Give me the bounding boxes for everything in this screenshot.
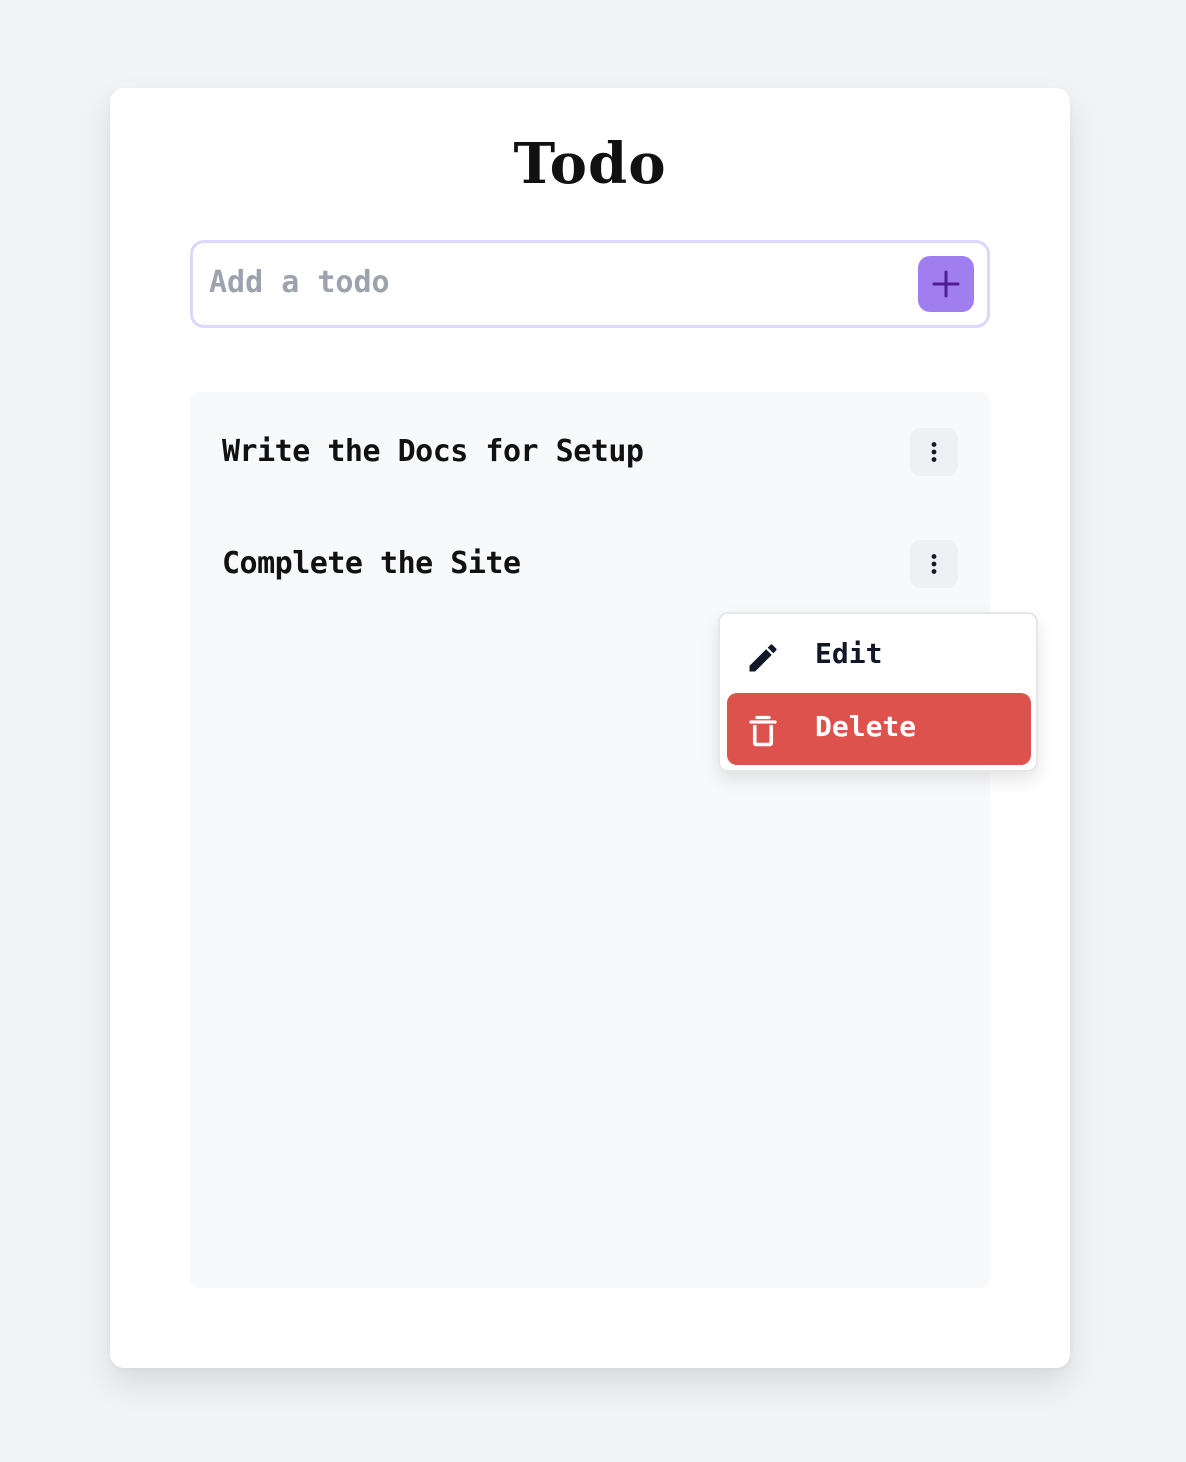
more-vertical-icon	[931, 442, 937, 462]
page-title: Todo	[513, 131, 667, 197]
todo-text: Complete the Site	[222, 546, 521, 581]
add-todo-input[interactable]	[209, 261, 899, 303]
todo-text: Write the Docs for Setup	[222, 434, 644, 469]
todo-context-menu: Edit Delete	[718, 612, 1038, 772]
more-vertical-icon	[931, 554, 937, 574]
add-todo-form	[190, 240, 990, 328]
list-item: Write the Docs for Setup	[190, 422, 990, 482]
pencil-icon	[749, 644, 777, 672]
list-item: Complete the Site	[190, 534, 990, 594]
menu-item-label: Delete	[815, 710, 917, 743]
trash-icon	[749, 715, 777, 747]
menu-item-label: Edit	[815, 637, 883, 670]
todo-menu-button[interactable]	[910, 428, 958, 476]
plus-icon	[932, 270, 960, 298]
todo-card: Todo Write the Docs for Setup Complete t…	[110, 88, 1070, 1368]
todo-menu-button[interactable]	[910, 540, 958, 588]
menu-item-edit[interactable]: Edit	[727, 620, 1031, 692]
todo-list: Write the Docs for Setup Complete the Si…	[190, 392, 1038, 1288]
add-todo-button[interactable]	[918, 256, 974, 312]
menu-item-delete[interactable]: Delete	[727, 693, 1031, 765]
